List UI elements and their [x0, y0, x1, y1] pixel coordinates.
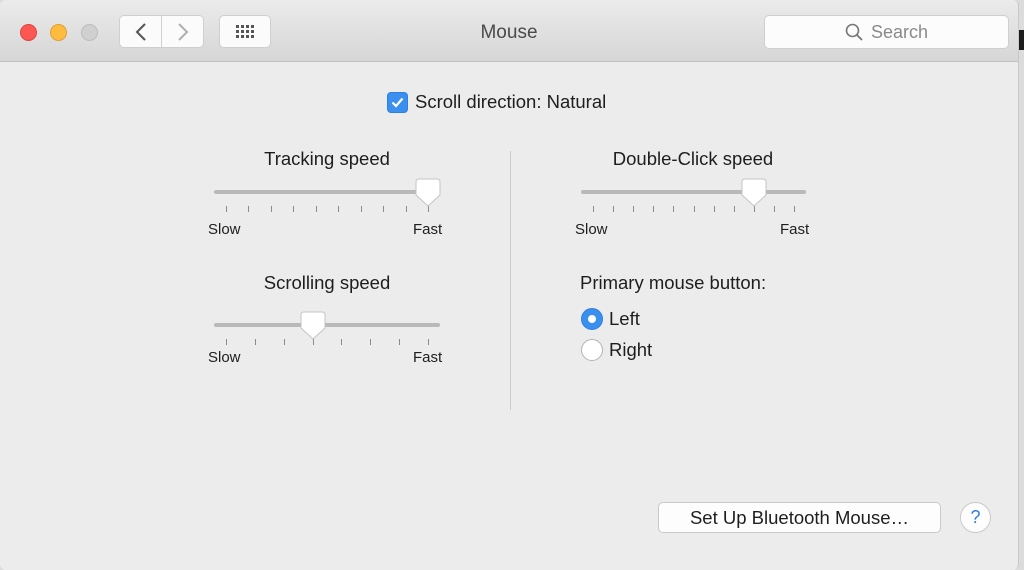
scrolling-slow-label: Slow — [208, 349, 241, 366]
slider-tick — [341, 339, 343, 345]
search-icon — [845, 23, 863, 41]
scrolling-speed-slider[interactable] — [214, 311, 440, 353]
slider-track[interactable] — [214, 323, 440, 327]
slider-tick — [673, 206, 675, 212]
radio-left[interactable] — [581, 308, 603, 330]
slider-tick — [226, 206, 227, 212]
titlebar: Mouse Search — [0, 0, 1018, 62]
slider-thumb[interactable] — [415, 178, 441, 208]
tracking-fast-label: Fast — [413, 221, 443, 238]
slider-tick — [370, 339, 372, 345]
question-mark-icon: ? — [970, 507, 981, 527]
scroll-direction-checkbox[interactable] — [387, 91, 408, 113]
preferences-window: Mouse Search Scroll direction: Natural T… — [0, 0, 1019, 570]
radio-right-label: Right — [609, 339, 653, 360]
slider-tick — [270, 206, 272, 212]
checkmark-icon — [391, 97, 404, 108]
primary-button-title: Primary mouse button: — [580, 272, 767, 293]
radio-right-row[interactable]: Right — [581, 339, 652, 361]
tracking-speed-slider[interactable] — [214, 178, 441, 220]
help-button[interactable]: ? — [960, 502, 991, 533]
radio-left-label: Left — [609, 308, 640, 329]
tracking-slow-label: Slow — [208, 221, 241, 238]
slider-tick — [383, 206, 385, 212]
scrolling-speed-title: Scrolling speed — [263, 272, 391, 293]
slider-tick — [226, 339, 227, 345]
double-click-fast-label: Fast — [780, 221, 810, 238]
slider-tick — [613, 206, 615, 212]
slider-thumb[interactable] — [300, 311, 326, 341]
scroll-direction-label: Scroll direction: Natural — [415, 91, 607, 112]
radio-right[interactable] — [581, 339, 603, 361]
slider-tick — [254, 339, 256, 345]
search-field[interactable]: Search — [764, 15, 1009, 49]
double-click-speed-slider[interactable] — [581, 178, 806, 220]
search-placeholder: Search — [870, 21, 929, 42]
slider-tick — [360, 206, 362, 212]
double-click-speed-title: Double-Click speed — [612, 148, 774, 169]
slider-tick — [713, 206, 715, 212]
slider-tick — [293, 206, 295, 212]
slider-tick — [283, 339, 285, 345]
slider-tick — [794, 206, 795, 212]
slider-tick — [405, 206, 407, 212]
column-divider — [510, 151, 511, 410]
slider-tick — [315, 206, 317, 212]
radio-left-row[interactable]: Left — [581, 308, 640, 330]
scroll-direction-row[interactable]: Scroll direction: Natural — [387, 91, 606, 113]
scrolling-fast-label: Fast — [413, 349, 443, 366]
slider-thumb[interactable] — [741, 178, 767, 208]
set-up-bluetooth-mouse-button[interactable]: Set Up Bluetooth Mouse… — [658, 502, 941, 533]
slider-track[interactable] — [581, 190, 806, 194]
slider-tick — [338, 206, 340, 212]
slider-tick — [593, 206, 594, 212]
double-click-slow-label: Slow — [575, 221, 608, 238]
mouse-preferences-pane: Scroll direction: Natural Tracking speed… — [0, 62, 1018, 570]
tracking-speed-title: Tracking speed — [264, 148, 390, 169]
slider-tick — [428, 339, 429, 345]
slider-track[interactable] — [214, 190, 440, 194]
slider-tick — [653, 206, 655, 212]
slider-tick — [633, 206, 635, 212]
slider-tick — [399, 339, 401, 345]
slider-tick — [773, 206, 775, 212]
slider-tick — [733, 206, 735, 212]
slider-tick — [248, 206, 250, 212]
slider-tick — [693, 206, 695, 212]
